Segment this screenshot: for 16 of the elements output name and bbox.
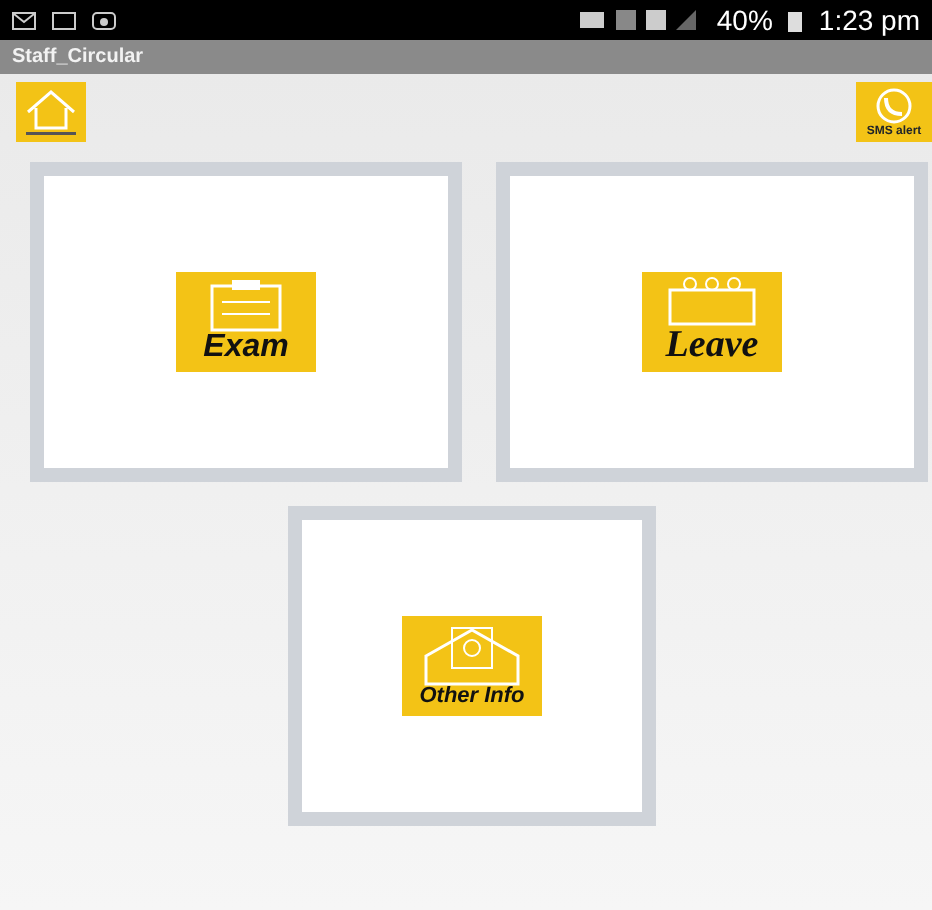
tile-label: Exam	[203, 332, 289, 364]
battery-icon	[788, 9, 803, 31]
screen-icon	[52, 11, 76, 29]
menu-tile[interactable]: Leave	[496, 162, 928, 482]
phone-icon	[874, 88, 914, 124]
envelope-icon	[424, 626, 520, 686]
clipboard-icon	[210, 278, 282, 332]
window-title: Staff_Circular	[12, 44, 144, 72]
calendar-icon	[668, 276, 756, 326]
tile-label: Other Info	[419, 686, 525, 708]
tile-label: Leave	[665, 326, 759, 364]
mail-icon	[12, 11, 36, 29]
battery-percent: 40%	[716, 1, 773, 39]
clock-time: 1:23 pm	[818, 1, 920, 40]
menu-tile[interactable]: Other Info	[288, 506, 656, 826]
menu-tile[interactable]: Exam	[30, 162, 462, 482]
